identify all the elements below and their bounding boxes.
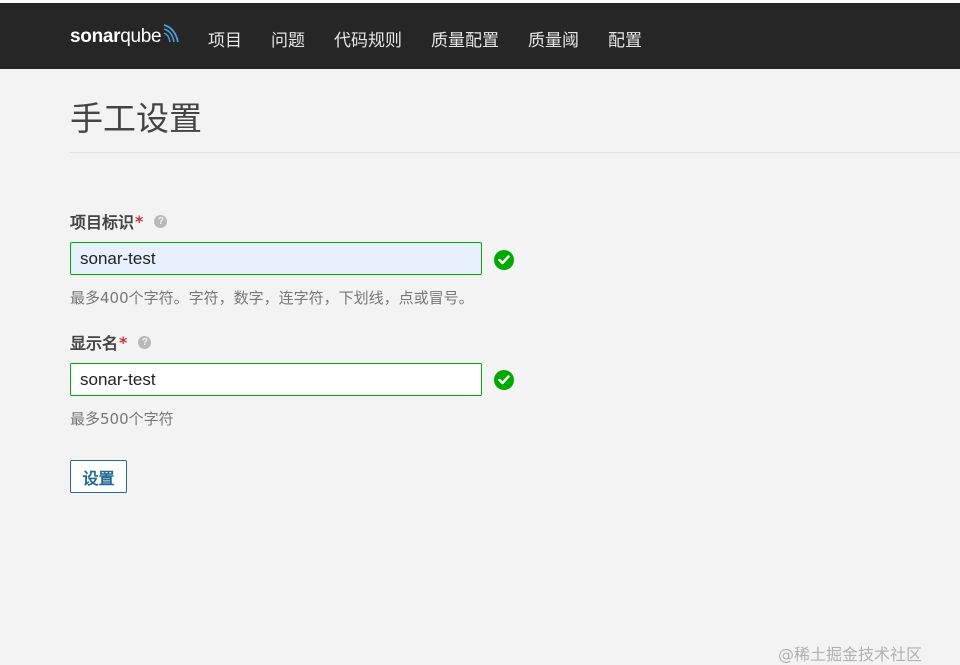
project-key-label: 项目标识 * ?	[70, 209, 168, 233]
title-divider	[70, 152, 960, 153]
top-navbar: sonar qube 项目 问题 代码规则 质量配置 质量阈 配置	[0, 0, 960, 69]
setup-button[interactable]: 设置	[70, 460, 127, 493]
nav-rules[interactable]: 代码规则	[334, 26, 402, 51]
page-title: 手工设置	[70, 99, 202, 138]
nav-quality-gates[interactable]: 质量阈	[528, 26, 579, 51]
help-icon[interactable]: ?	[154, 214, 168, 228]
nav-issues[interactable]: 问题	[271, 26, 305, 51]
display-name-label-text: 显示名	[70, 334, 119, 353]
display-name-input[interactable]	[70, 363, 482, 396]
help-icon[interactable]: ?	[138, 335, 152, 349]
nav-projects[interactable]: 项目	[208, 26, 242, 51]
sonarqube-logo[interactable]: sonar qube	[70, 22, 180, 52]
check-circle-icon	[494, 250, 514, 270]
sonar-waves-icon	[164, 24, 180, 43]
nav-administration[interactable]: 配置	[608, 26, 642, 51]
project-key-label-text: 项目标识	[70, 213, 135, 232]
logo-text-light: qube	[120, 26, 162, 47]
logo-text-bold: sonar	[70, 26, 121, 47]
main-nav: 项目 问题 代码规则 质量配置 质量阈 配置	[208, 23, 671, 53]
required-mark: *	[135, 211, 144, 231]
nav-quality-profiles[interactable]: 质量配置	[431, 26, 499, 51]
project-key-hint: 最多400个字符。字符，数字，连字符，下划线，点或冒号。	[70, 289, 474, 307]
required-mark: *	[119, 332, 128, 352]
watermark: @稀土掘金技术社区	[778, 645, 923, 664]
project-key-input[interactable]	[70, 242, 482, 275]
display-name-hint: 最多500个字符	[70, 410, 174, 428]
check-circle-icon	[494, 370, 514, 390]
display-name-label: 显示名 * ?	[70, 330, 152, 354]
